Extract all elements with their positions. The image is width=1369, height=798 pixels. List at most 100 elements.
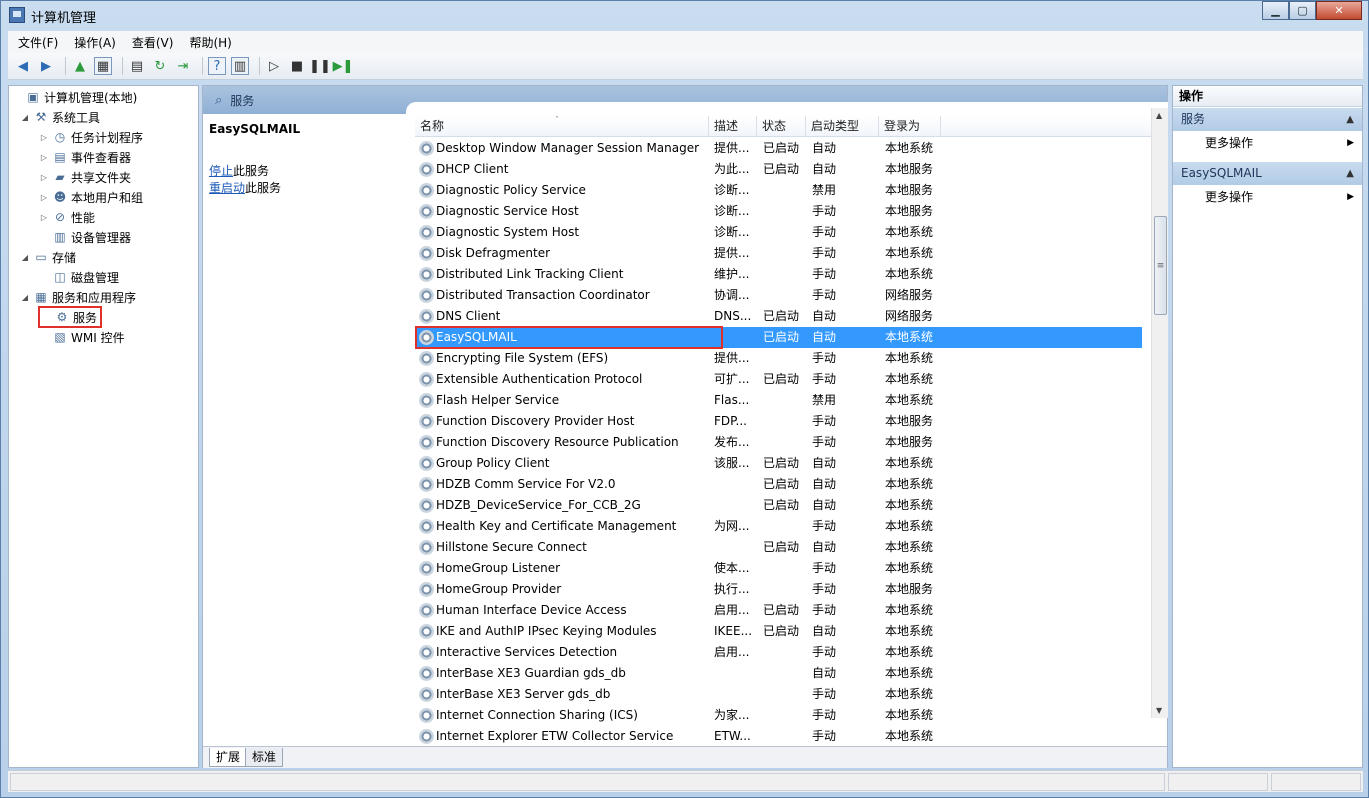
- scroll-up-icon[interactable]: ▲: [1156, 111, 1162, 120]
- table-row[interactable]: Internet Connection Sharing (ICS) 为家... 手动…: [415, 705, 1142, 726]
- service-name: Group Policy Client: [436, 456, 550, 470]
- table-row[interactable]: IKE and AuthIP IPsec Keying Modules IKEE.…: [415, 621, 1142, 642]
- export-list-icon[interactable]: ⇥: [174, 57, 192, 75]
- tree-item[interactable]: ▷ ▤ 事件查看器: [39, 147, 131, 167]
- menu-help[interactable]: 帮助(H): [189, 34, 231, 51]
- table-row[interactable]: Diagnostic System Host 诊断... 手动 本地系统: [415, 222, 1142, 243]
- table-row[interactable]: Hillstone Secure Connect 已启动 自动 本地系统: [415, 537, 1142, 558]
- tree-item[interactable]: ⚙ 服务: [37, 306, 103, 328]
- tree-item[interactable]: ▣ 计算机管理(本地): [12, 87, 137, 107]
- table-row[interactable]: HomeGroup Listener 使本... 手动 本地系统: [415, 558, 1142, 579]
- expand-arrow-icon[interactable]: ◢: [20, 113, 30, 122]
- tree-item[interactable]: ◢ ⚒ 系统工具: [20, 107, 100, 127]
- tree-item[interactable]: ▷ ◷ 任务计划程序: [39, 127, 143, 147]
- expand-arrow-icon[interactable]: ▷: [39, 173, 49, 182]
- table-row[interactable]: HomeGroup Provider 执行... 手动 本地服务: [415, 579, 1142, 600]
- collapse-icon[interactable]: ▲: [1346, 108, 1354, 131]
- table-row[interactable]: DNS Client DNS... 已启动 自动 网络服务: [415, 306, 1142, 327]
- title-bar[interactable]: 计算机管理 ▁ ▢ ✕: [1, 1, 1368, 29]
- stop-service-link[interactable]: 停止: [209, 164, 233, 178]
- tree-item[interactable]: ▷ ▰ 共享文件夹: [39, 167, 131, 187]
- scroll-thumb[interactable]: ≡: [1154, 216, 1167, 315]
- tab-extended[interactable]: 扩展: [209, 748, 248, 767]
- service-status: 已启动: [763, 624, 800, 638]
- menu-view[interactable]: 查看(V): [132, 34, 174, 51]
- stop-service-icon[interactable]: ■: [288, 57, 306, 75]
- table-row[interactable]: HDZB_DeviceService_For_CCB_2G 已启动 自动 本地系统: [415, 495, 1142, 516]
- table-row[interactable]: Desktop Window Manager Session Manager 提供…: [415, 138, 1142, 159]
- restart-service-icon[interactable]: ▶❚: [333, 57, 354, 75]
- table-row[interactable]: HDZB Comm Service For V2.0 已启动 自动 本地系统: [415, 474, 1142, 495]
- help-icon[interactable]: ?: [208, 57, 226, 75]
- table-row[interactable]: Function Discovery Provider Host FDP... 手动…: [415, 411, 1142, 432]
- table-row[interactable]: InterBase XE3 Server gds_db 手动 本地系统: [415, 684, 1142, 705]
- column-header-description[interactable]: 描述: [709, 116, 757, 137]
- expand-arrow-icon[interactable]: ▷: [39, 213, 49, 222]
- maximize-button[interactable]: ▢: [1289, 1, 1316, 20]
- scroll-down-icon[interactable]: ▼: [1156, 706, 1162, 715]
- table-row[interactable]: Human Interface Device Access 启用... 已启动 手动 本…: [415, 600, 1142, 621]
- column-header-name[interactable]: 名称 ˄: [415, 116, 709, 137]
- tree-item[interactable]: ◢ ▦ 服务和应用程序: [20, 287, 136, 307]
- table-row[interactable]: Flash Helper Service Flas... 禁用 本地系统: [415, 390, 1142, 411]
- table-row[interactable]: Distributed Transaction Coordinator 协调...…: [415, 285, 1142, 306]
- table-row[interactable]: DHCP Client 为此... 已启动 自动 本地服务: [415, 159, 1142, 180]
- close-button[interactable]: ✕: [1316, 1, 1362, 20]
- expand-arrow-icon[interactable]: ◢: [20, 293, 30, 302]
- column-header-log-on-as[interactable]: 登录为: [879, 116, 941, 137]
- more-actions-easysqlmail[interactable]: 更多操作 ▶: [1173, 186, 1362, 208]
- table-row[interactable]: Health Key and Certificate Management 为网.…: [415, 516, 1142, 537]
- table-row[interactable]: Distributed Link Tracking Client 维护... 手动 本…: [415, 264, 1142, 285]
- tree-item[interactable]: ▷ ⊘ 性能: [39, 207, 95, 227]
- table-row[interactable]: Function Discovery Resource Publication 发…: [415, 432, 1142, 453]
- minimize-button[interactable]: ▁: [1262, 1, 1289, 20]
- table-row[interactable]: Diagnostic Policy Service 诊断... 禁用 本地服务: [415, 180, 1142, 201]
- show-hide-tree-icon[interactable]: ▦: [94, 57, 112, 75]
- table-row[interactable]: Disk Defragmenter 提供... 手动 本地系统: [415, 243, 1142, 264]
- more-actions-services[interactable]: 更多操作 ▶: [1173, 132, 1362, 154]
- tree-item-label: 本地用户和组: [71, 190, 144, 205]
- refresh-icon[interactable]: ↻: [151, 57, 169, 75]
- gear-icon: [419, 204, 434, 219]
- expand-arrow-icon[interactable]: ◢: [20, 253, 30, 262]
- tree-item[interactable]: ◢ ▭ 存储: [20, 247, 76, 267]
- table-row[interactable]: Group Policy Client 该服... 已启动 自动 本地系统: [415, 453, 1142, 474]
- collapse-icon[interactable]: ▲: [1346, 162, 1354, 185]
- table-row[interactable]: Extensible Authentication Protocol 可扩... 已…: [415, 369, 1142, 390]
- vertical-scrollbar[interactable]: ▲ ≡ ▼: [1151, 108, 1168, 718]
- forward-icon[interactable]: ▶: [37, 57, 55, 75]
- menu-file[interactable]: 文件(F): [18, 34, 58, 51]
- expand-arrow-icon[interactable]: ▷: [39, 193, 49, 202]
- actions-section-services[interactable]: 服务 ▲: [1173, 108, 1362, 131]
- menu-action[interactable]: 操作(A): [74, 34, 116, 51]
- actions-section-easysqlmail[interactable]: EasySQLMAIL ▲: [1173, 162, 1362, 185]
- service-startup-type: 手动: [812, 288, 837, 302]
- expand-arrow-icon[interactable]: ▷: [39, 133, 49, 142]
- table-row[interactable]: InterBase XE3 Guardian gds_db 自动 本地系统: [415, 663, 1142, 684]
- service-status: [763, 285, 807, 306]
- expand-arrow-icon[interactable]: ▷: [39, 153, 49, 162]
- table-row[interactable]: Diagnostic Service Host 诊断... 手动 本地服务: [415, 201, 1142, 222]
- column-header-status[interactable]: 状态: [757, 116, 806, 137]
- table-row[interactable]: Internet Explorer ETW Collector Service E…: [415, 726, 1142, 746]
- table-row[interactable]: Interactive Services Detection 启用... 手动 本地系…: [415, 642, 1142, 663]
- back-icon[interactable]: ◀: [14, 57, 32, 75]
- gear-icon: [419, 456, 434, 471]
- tree-item[interactable]: ▥ 设备管理器: [39, 227, 131, 247]
- tab-standard[interactable]: 标准: [245, 748, 284, 767]
- services-apps-icon: ▦: [35, 290, 47, 304]
- start-service-icon[interactable]: ▷: [265, 57, 283, 75]
- menu-bar: 文件(F) 操作(A) 查看(V) 帮助(H): [8, 31, 1363, 53]
- service-log-on-as: 本地系统: [885, 561, 934, 575]
- properties-icon[interactable]: ▤: [128, 57, 146, 75]
- up-folder-icon[interactable]: ▲: [71, 57, 89, 75]
- tree-item[interactable]: ▷ ☻ 本地用户和组: [39, 187, 143, 207]
- show-action-pane-icon[interactable]: ▥: [231, 57, 249, 75]
- pause-service-icon[interactable]: ❚❚: [309, 57, 331, 75]
- gear-icon: [419, 624, 434, 639]
- column-header-startup-type[interactable]: 启动类型: [806, 116, 879, 137]
- tree-item[interactable]: ▧ WMI 控件: [39, 327, 124, 347]
- restart-service-link[interactable]: 重启动: [209, 181, 245, 195]
- table-row[interactable]: Encrypting File System (EFS) 提供... 手动 本地系统: [415, 348, 1142, 369]
- tree-item[interactable]: ◫ 磁盘管理: [39, 267, 119, 287]
